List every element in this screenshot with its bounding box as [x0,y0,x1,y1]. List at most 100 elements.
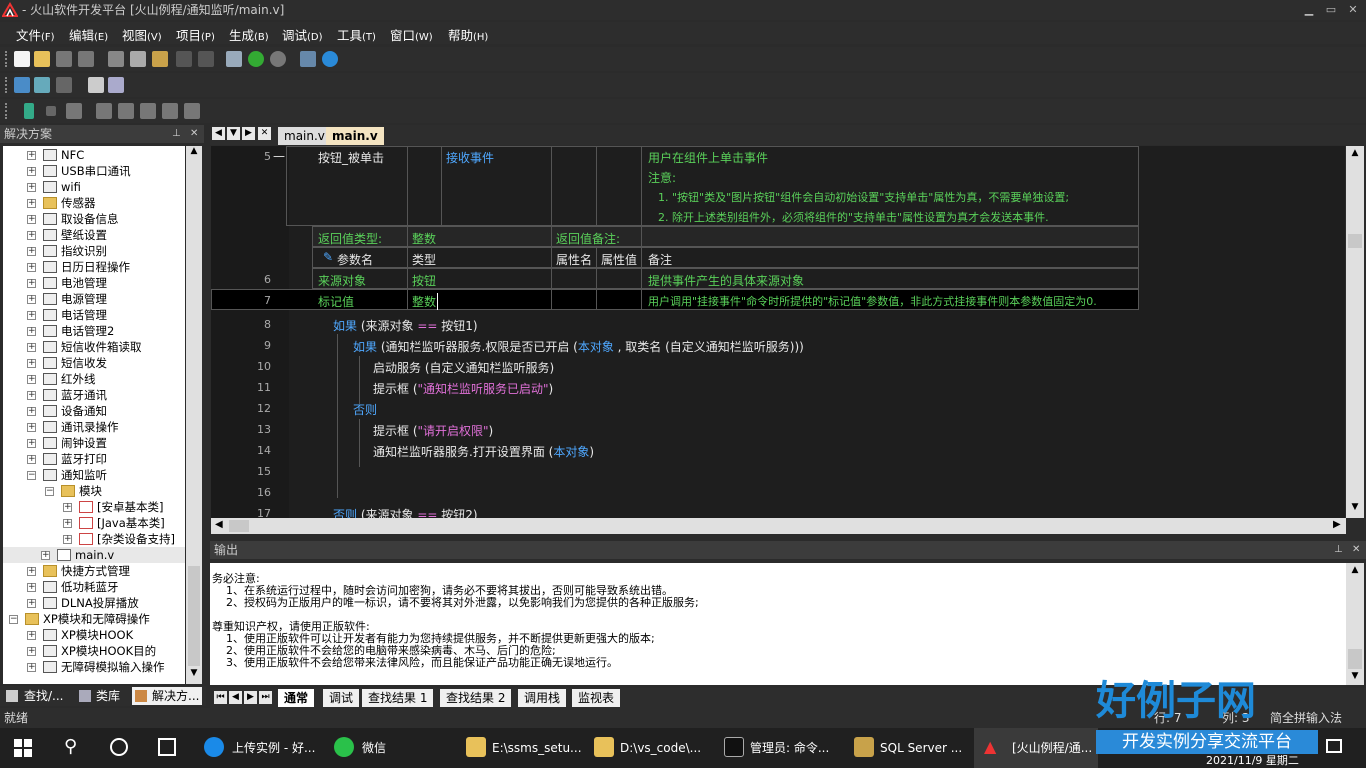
output-last-button[interactable]: ⏭ [259,691,272,704]
save-icon[interactable] [56,51,72,67]
tree-item[interactable]: + 传感器 [3,195,185,211]
new-file-icon[interactable] [14,51,30,67]
expand-icon[interactable]: + [27,215,36,224]
panel-close-icon[interactable]: ✕ [190,125,198,143]
menu-view[interactable]: 视图(V) [122,25,162,44]
tree-item[interactable]: + 电话管理2 [3,323,185,339]
cut-icon[interactable] [108,51,124,67]
code-line[interactable]: 否则 (来源对象 == 按钮2) [333,506,478,518]
help-icon[interactable] [322,51,338,67]
expand-icon[interactable]: + [27,359,36,368]
output-tab-find1[interactable]: 查找结果 1 [362,689,434,707]
expand-icon[interactable]: + [27,423,36,432]
expand-icon[interactable]: + [27,183,36,192]
tree-item[interactable]: + 指纹识别 [3,243,185,259]
taskbar-item-edge[interactable]: 上传实例 - 好... [232,736,315,760]
menu-window[interactable]: 窗口(W) [390,25,433,44]
output-prev-button[interactable]: ◀ [229,691,242,704]
event-type[interactable]: 接收事件 [446,149,494,166]
find-icon[interactable] [226,51,242,67]
code-line[interactable]: 通知栏监听器服务.打开设置界面 (本对象) [373,443,594,460]
menu-project[interactable]: 项目(P) [176,25,215,44]
tab-close-button[interactable]: ✕ [258,127,271,140]
expand-icon[interactable]: + [27,279,36,288]
expand-icon[interactable]: + [27,663,36,672]
code-line[interactable]: 提示框 ("请开启权限") [373,422,493,439]
editor-vscrollbar[interactable]: ▲ ▼ [1346,146,1364,518]
tab-list-button[interactable]: ▼ [227,127,240,140]
output-pin-icon[interactable]: ⊥ [1334,541,1343,559]
save-all-icon[interactable] [78,51,94,67]
tree-item[interactable]: + 电话管理 [3,307,185,323]
tree-item[interactable]: + 蓝牙打印 [3,451,185,467]
task-view-icon[interactable] [158,738,176,756]
solution-tree[interactable]: + NFC + USB串口通讯 + wifi + 传感器 + 取设备信息 + 壁纸设置 + 指纹识别 + 日历… [3,146,185,684]
tree-item[interactable]: + 取设备信息 [3,211,185,227]
collapse-icon[interactable]: − [27,471,36,480]
taskbar-item-cmd[interactable]: 管理员: 命令... [750,736,829,760]
tree-item[interactable]: + 电池管理 [3,275,185,291]
expand-icon[interactable]: + [27,327,36,336]
window-icon[interactable] [108,77,124,93]
param-tag-name[interactable]: 标记值 [318,293,354,310]
tree-item[interactable]: + 快捷方式管理 [3,563,185,579]
menu-file[interactable]: 文件(F) [16,25,55,44]
expand-icon[interactable]: + [63,503,72,512]
taskbar-item-explorer1[interactable]: E:\ssms_setu... [492,736,582,760]
forward-arrow-icon[interactable] [270,51,286,67]
tab-next-button[interactable]: ▶ [242,127,255,140]
cortana-icon[interactable] [110,738,128,756]
search-icon[interactable]: ⚲ [64,736,77,757]
menu-debug[interactable]: 调试(D) [282,25,323,44]
tree-item[interactable]: + 红外线 [3,371,185,387]
tool-icon[interactable] [56,77,72,93]
expand-icon[interactable]: + [27,407,36,416]
taskbar-item-wechat[interactable]: 微信 [362,736,386,760]
tree-item-module-class[interactable]: + [Java基本类] [3,515,185,531]
expand-icon[interactable]: + [27,439,36,448]
chart-icon[interactable] [14,77,30,93]
tree-item[interactable]: + 低功耗蓝牙 [3,579,185,595]
expand-icon[interactable]: + [27,455,36,464]
collapse-icon[interactable]: − [45,487,54,496]
tree-item[interactable]: + USB串口通讯 [3,163,185,179]
collapse-icon[interactable]: − [9,615,18,624]
tree-item[interactable]: + 日历日程操作 [3,259,185,275]
expand-icon[interactable]: + [27,247,36,256]
tree-item[interactable]: + NFC [3,147,185,163]
expand-icon[interactable]: + [27,167,36,176]
tree-item[interactable]: + 蓝牙通讯 [3,387,185,403]
taskbar-item-sql[interactable]: SQL Server ... [880,736,962,760]
tree-item[interactable]: − 通知监听 [3,467,185,483]
editor-tab-2[interactable]: main.v [326,127,384,145]
output-tab-debug[interactable]: 调试 [323,689,360,707]
editor-hscrollbar[interactable]: ◀ ▶ [211,518,1346,534]
tree-item[interactable]: + DLNA投屏播放 [3,595,185,611]
expand-icon[interactable]: + [27,391,36,400]
expand-icon[interactable]: + [27,599,36,608]
expand-icon[interactable]: + [27,263,36,272]
tree-item[interactable]: + 壁纸设置 [3,227,185,243]
breakpoint-icon[interactable] [184,103,200,119]
paste-icon[interactable] [152,51,168,67]
expand-icon[interactable]: + [27,343,36,352]
expand-icon[interactable]: + [27,151,36,160]
expand-icon[interactable]: + [27,567,36,576]
expand-icon[interactable]: + [27,199,36,208]
solution-scrollbar[interactable]: ▲ ▼ [186,146,202,684]
windows-start-icon[interactable] [14,739,32,757]
redo-icon[interactable] [198,51,214,67]
menu-tools[interactable]: 工具(T) [337,25,376,44]
editor-content[interactable]: 5 — 按钮_被单击 接收事件 用户在组件上单击事件 注意: 1. "按钮"类及… [211,146,1345,518]
tree-item[interactable]: + 设备通知 [3,403,185,419]
event-name[interactable]: 按钮_被单击 [318,149,384,166]
tree-item[interactable]: + XP模块HOOK目的 [3,643,185,659]
code-line[interactable]: 如果 (通知栏监听器服务.权限是否已开启 (本对象 , 取类名 (自定义通知栏监… [353,338,804,355]
close-button[interactable]: ✕ [1340,0,1366,20]
undo-icon[interactable] [176,51,192,67]
back-arrow-icon[interactable] [248,51,264,67]
tree-item-xp-group[interactable]: − XP模块和无障碍操作 [3,611,185,627]
tree-item-module-class[interactable]: + [杂类设备支持] [3,531,185,547]
output-first-button[interactable]: ⏮ [214,691,227,704]
step-over-icon[interactable] [140,103,156,119]
